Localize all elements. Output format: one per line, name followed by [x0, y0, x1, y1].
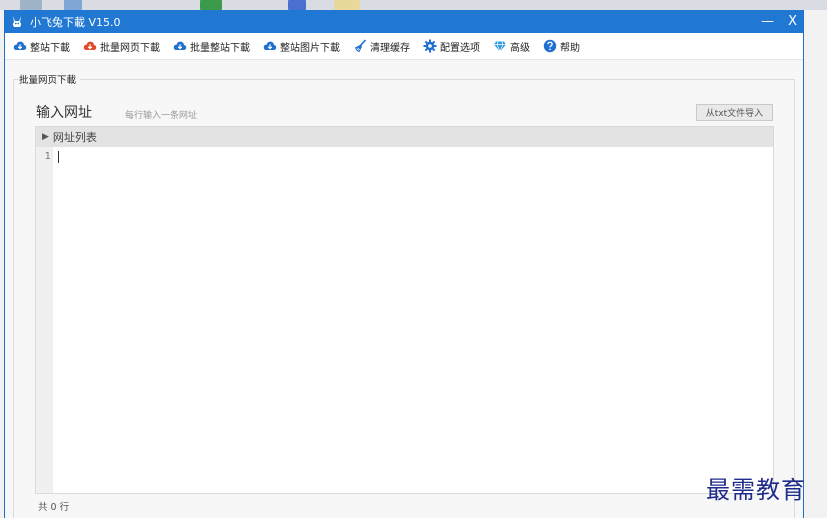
url-list-editor: ▶ 网址列表 1 — [35, 126, 774, 494]
desktop-icon — [288, 0, 306, 10]
text-caret — [58, 151, 59, 163]
toolbar-clear-cache-button[interactable]: 清理缓存 — [353, 39, 410, 54]
cloud-download-icon — [13, 39, 27, 53]
toolbar-help-button[interactable]: 帮助 — [543, 39, 580, 54]
section-heading: 输入网址 — [36, 105, 92, 121]
toolbar-site-image-download-button[interactable]: 整站图片下載 — [263, 39, 340, 54]
batch-page-download-panel: 批量网页下載 输入网址 每行输入一条网址 从txt文件导入 ▶ 网址列表 1 共… — [5, 60, 803, 518]
desktop-icon — [64, 0, 82, 10]
desktop-icon — [334, 0, 360, 10]
watermark: 最需教育 — [706, 476, 806, 504]
line-count-status: 共 0 行 — [38, 502, 70, 513]
toolbar-label: 高级 — [510, 42, 530, 54]
url-list-title: 网址列表 — [52, 131, 97, 144]
toolbar-label: 整站下載 — [30, 42, 70, 54]
gear-icon — [423, 39, 437, 53]
toolbar-batch-page-download-button[interactable]: 批量网页下載 — [83, 39, 160, 54]
toolbar-label: 清理缓存 — [370, 42, 410, 54]
cloud-download-icon — [83, 39, 97, 53]
close-button[interactable]: X — [788, 10, 797, 33]
desktop-icon — [200, 0, 222, 10]
window-controls: — X — [761, 10, 797, 33]
toolbar-site-download-button[interactable]: 整站下載 — [13, 39, 70, 54]
rabbit-logo-icon — [9, 14, 25, 30]
window-title: 小飞兔下載 V15.0 — [30, 15, 121, 29]
toolbar-label: 整站图片下載 — [280, 42, 340, 54]
app-window: 小飞兔下載 V15.0 — X 整站下載 批量网页下載 批量整站下載 整站图片下… — [4, 10, 804, 518]
diamond-icon — [493, 39, 507, 53]
toolbar-batch-site-download-button[interactable]: 批量整站下載 — [173, 39, 250, 54]
help-icon — [543, 39, 557, 53]
url-textarea[interactable] — [53, 147, 773, 493]
group-title: 批量网页下載 — [19, 72, 81, 86]
line-number-gutter: 1 — [36, 147, 53, 493]
desktop-background — [0, 0, 827, 10]
broom-icon — [353, 39, 367, 53]
toolbar: 整站下載 批量网页下載 批量整站下載 整站图片下載 清理缓存 配置选项 高级 帮… — [5, 33, 803, 60]
toolbar-label: 批量网页下載 — [100, 42, 160, 54]
minimize-button[interactable]: — — [761, 10, 774, 33]
cloud-download-icon — [263, 39, 277, 53]
line-number: 1 — [44, 151, 51, 162]
toolbar-advanced-button[interactable]: 高级 — [493, 39, 530, 54]
cloud-download-icon — [173, 39, 187, 53]
input-hint: 每行输入一条网址 — [125, 111, 198, 121]
toolbar-settings-button[interactable]: 配置选项 — [423, 39, 480, 54]
toolbar-label: 配置选项 — [440, 42, 480, 54]
url-list-header[interactable]: ▶ 网址列表 — [36, 127, 773, 147]
toolbar-label: 帮助 — [560, 42, 580, 54]
desktop-icon — [20, 0, 42, 10]
import-from-txt-button[interactable]: 从txt文件导入 — [696, 104, 773, 121]
expand-triangle-icon[interactable]: ▶ — [42, 132, 49, 142]
title-bar[interactable]: 小飞兔下載 V15.0 — X — [5, 10, 803, 33]
toolbar-label: 批量整站下載 — [190, 42, 250, 54]
